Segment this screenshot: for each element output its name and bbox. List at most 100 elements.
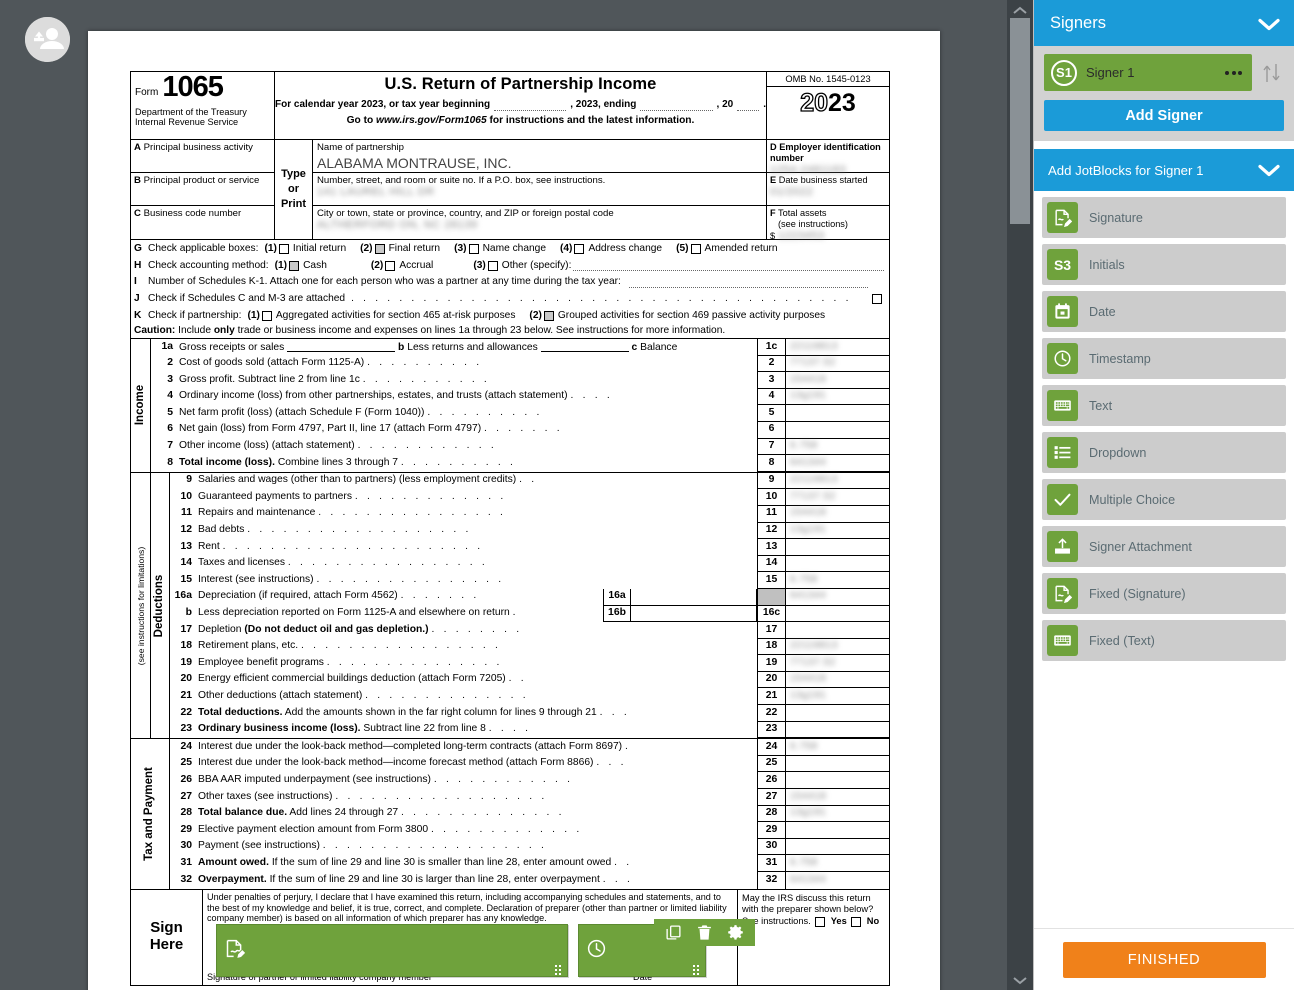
amount-value: 13g191 xyxy=(790,390,827,402)
checkbox-final-return[interactable] xyxy=(374,244,385,255)
sub-line-16b-input[interactable] xyxy=(631,605,757,623)
jotblock-signer-attachment[interactable]: Signer Attachment xyxy=(1042,526,1286,567)
jotblock-dropdown[interactable]: Dropdown xyxy=(1042,432,1286,473)
document-canvas[interactable]: Form 1065 Department of the Treasury Int… xyxy=(0,0,1007,990)
jotblock-multiple-choice[interactable]: Multiple Choice xyxy=(1042,479,1286,520)
line-row: 28 Total balance due. Add lines 24 throu… xyxy=(170,805,889,823)
line-number: 23 xyxy=(180,723,192,735)
label-city: City or town, state or province, country… xyxy=(317,208,614,219)
jotblock-fixed-signature[interactable]: Fixed (Signature) xyxy=(1042,573,1286,614)
line-number: 24 xyxy=(180,740,192,752)
amount-number: 32 xyxy=(757,872,786,889)
resize-grip[interactable] xyxy=(555,965,564,975)
jotblocks-panel: Signers S1 Signer 1 Add Signer Add JotBl… xyxy=(1033,0,1294,990)
amount-value: 6.758 xyxy=(790,573,818,585)
signer-chip[interactable]: S1 Signer 1 xyxy=(1044,54,1252,91)
date-started-cell[interactable]: E Date business started 01/2022 xyxy=(767,173,889,206)
tax-year-end-line[interactable] xyxy=(640,100,713,112)
line-number: 21 xyxy=(180,689,192,701)
checkbox-irs-no[interactable] xyxy=(850,916,861,927)
checkbox-grouped-469[interactable] xyxy=(543,310,554,321)
chevron-down-icon[interactable] xyxy=(1007,970,1033,990)
city-cell[interactable]: City or town, state or province, country… xyxy=(313,206,766,239)
checkbox-address-change[interactable] xyxy=(574,244,585,255)
jotblock-fixed-text[interactable]: Fixed (Text) xyxy=(1042,620,1286,661)
line-row: 13 Rent . . . . . . . . . . . . . . . . … xyxy=(170,539,889,556)
trash-icon[interactable] xyxy=(696,924,713,941)
line-row: 14 Taxes and licenses . . . . . . . . . … xyxy=(170,555,889,573)
more-options-icon[interactable] xyxy=(1225,70,1242,75)
line-text: Interest due under the look-back method—… xyxy=(198,740,623,752)
yes-label: Yes xyxy=(830,916,847,927)
sub-line-16a-input[interactable] xyxy=(631,588,757,606)
line-text: Salaries and wages (other than to partne… xyxy=(198,474,517,486)
checkbox-schedules-cm3[interactable] xyxy=(872,294,882,305)
line-text-bold: Ordinary business income (loss). xyxy=(198,723,361,735)
schedules-k1-input[interactable] xyxy=(628,277,868,288)
irs-url[interactable]: www.irs.gov/Form1065 xyxy=(376,115,487,126)
jotblock-label: Signer Attachment xyxy=(1089,539,1192,554)
line-number: 13 xyxy=(180,540,192,552)
total-assets-cell[interactable]: F Total assets (see instructions) $ 1223… xyxy=(767,206,889,242)
partnership-name-cell[interactable]: Name of partnership ALABAMA MONTRAUSE, I… xyxy=(313,140,766,173)
upload-icon xyxy=(1047,531,1078,562)
chevron-down-icon[interactable] xyxy=(1258,164,1280,177)
line-text: Retirement plans, etc. xyxy=(198,640,299,652)
label-street: Number, street, and room or suite no. If… xyxy=(317,175,606,186)
signers-header[interactable]: Signers xyxy=(1034,0,1294,46)
line-row: 22 Total deductions. Add the amounts sho… xyxy=(170,705,889,722)
checkbox-irs-yes[interactable] xyxy=(814,916,825,927)
document-page[interactable]: Form 1065 Department of the Treasury Int… xyxy=(88,31,940,990)
chevron-down-icon[interactable] xyxy=(1258,17,1280,30)
amount-value: 154418 xyxy=(790,507,827,519)
line-1c-text: Balance xyxy=(640,341,678,353)
vertical-scrollbar[interactable] xyxy=(1007,0,1033,990)
jotblock-signature[interactable]: Signature xyxy=(1042,197,1286,238)
checkbox-accrual[interactable] xyxy=(385,260,396,271)
other-method-input[interactable] xyxy=(573,260,884,272)
scrollbar-thumb[interactable] xyxy=(1010,18,1030,224)
finished-button[interactable]: FINISHED xyxy=(1062,941,1266,978)
income-caption: Income xyxy=(131,339,151,472)
reorder-arrows-icon[interactable] xyxy=(1260,61,1284,85)
resize-grip[interactable] xyxy=(693,965,702,975)
checkbox-cash[interactable] xyxy=(289,260,300,271)
app-root: Form 1065 Department of the Treasury Int… xyxy=(0,0,1294,990)
duplicate-icon[interactable] xyxy=(665,924,682,941)
gear-icon[interactable] xyxy=(727,924,744,941)
jotblocks-title: Add JotBlocks for Signer 1 xyxy=(1048,162,1204,178)
jotblocks-header[interactable]: Add JotBlocks for Signer 1 xyxy=(1034,149,1294,191)
tax-year-end-2digit[interactable] xyxy=(737,100,760,112)
form-1065: Form 1065 Department of the Treasury Int… xyxy=(130,71,890,986)
line-text: Subtract line 22 from line 8 xyxy=(363,723,486,735)
checkbox-amended-return[interactable] xyxy=(690,244,701,255)
jotblock-text[interactable]: Text xyxy=(1042,385,1286,426)
jotblock-timestamp[interactable]: Timestamp xyxy=(1042,338,1286,379)
checkbox-aggregated-465[interactable] xyxy=(261,310,272,321)
street-cell[interactable]: Number, street, and room or suite no. If… xyxy=(313,173,766,206)
amount-number: 14 xyxy=(757,555,786,573)
checkbox-initial-return[interactable] xyxy=(278,244,289,255)
jotblock-initials[interactable]: S3 Initials xyxy=(1042,244,1286,285)
line-number: 9 xyxy=(186,474,192,486)
placed-signature-block[interactable] xyxy=(216,924,568,977)
ein-cell[interactable]: D Employer identification number 1254-24… xyxy=(767,140,889,176)
signers-body: S1 Signer 1 Add Signer xyxy=(1034,46,1294,141)
line-number: 10 xyxy=(180,490,192,502)
line-1b-input[interactable] xyxy=(540,341,629,352)
jotblock-date[interactable]: Date xyxy=(1042,291,1286,332)
checkbox-name-change[interactable] xyxy=(468,244,479,255)
letter-f: F xyxy=(770,208,776,218)
amount-number: 20 xyxy=(757,671,786,689)
tax-year-begin-line[interactable] xyxy=(494,100,567,112)
line-1a-input[interactable] xyxy=(287,341,396,352)
here-word: Here xyxy=(149,936,184,954)
checkbox-other-method[interactable] xyxy=(487,260,498,271)
upload-person-icon[interactable] xyxy=(25,17,70,62)
sign-word: Sign xyxy=(150,919,183,937)
row-i: I Number of Schedules K-1. Attach one fo… xyxy=(134,274,886,291)
add-signer-button[interactable]: Add Signer xyxy=(1044,100,1284,131)
block-toolbar[interactable] xyxy=(654,919,755,946)
chevron-up-icon[interactable] xyxy=(1007,0,1033,20)
irs-question-line2: with the preparer shown below? xyxy=(742,903,874,914)
